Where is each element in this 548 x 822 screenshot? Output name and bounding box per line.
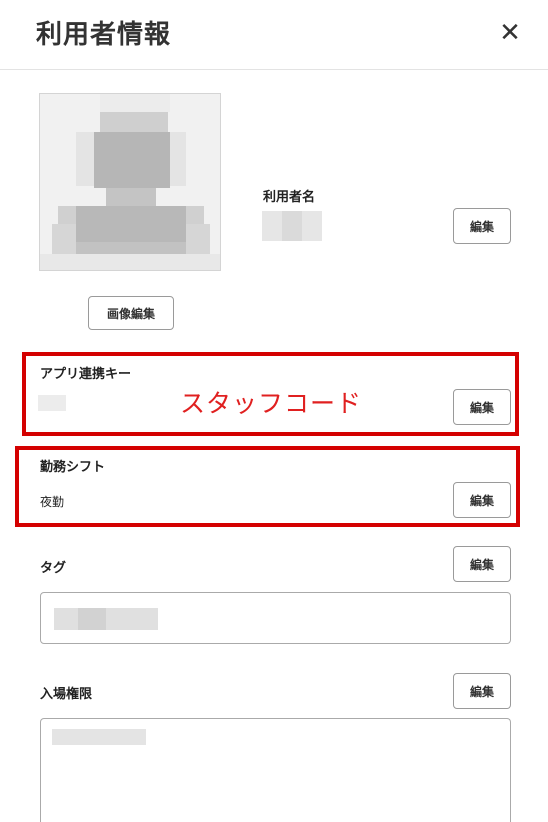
modal-header: 利用者情報 ✕ <box>0 0 548 70</box>
tags-label: タグ <box>40 561 67 576</box>
tag-chip-redacted-detail <box>78 608 106 630</box>
close-icon[interactable]: ✕ <box>495 18 525 48</box>
user-name-value-redacted-detail <box>282 211 302 241</box>
avatar <box>39 93 221 271</box>
shift-label: 勤務シフト <box>40 460 106 475</box>
access-edit-button[interactable]: 編集 <box>453 673 511 709</box>
user-name-edit-button[interactable]: 編集 <box>453 208 511 244</box>
image-edit-button[interactable]: 画像編集 <box>88 296 174 330</box>
access-field <box>40 718 511 822</box>
tags-field <box>40 592 511 644</box>
user-name-label: 利用者名 <box>263 190 316 205</box>
shift-value: 夜勤 <box>40 495 65 509</box>
modal-title: 利用者情報 <box>36 20 172 50</box>
staff-code-annotation: スタッフコード <box>180 389 363 418</box>
tag-chip-redacted <box>54 608 158 630</box>
app-key-label: アプリ連携キー <box>40 367 132 382</box>
app-key-edit-button[interactable]: 編集 <box>453 389 511 425</box>
access-label: 入場権限 <box>40 687 93 702</box>
tags-edit-button[interactable]: 編集 <box>453 546 511 582</box>
shift-edit-button[interactable]: 編集 <box>453 482 511 518</box>
app-key-value-redacted <box>38 395 66 411</box>
access-value-redacted <box>52 729 146 745</box>
